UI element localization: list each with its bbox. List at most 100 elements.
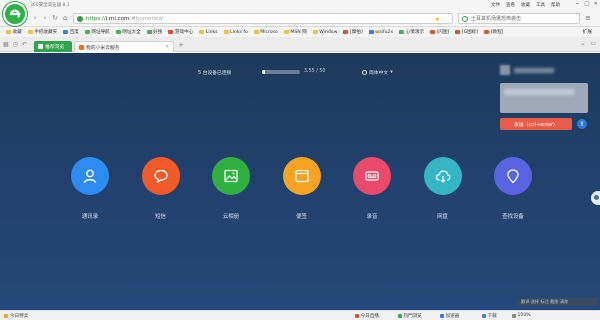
storage-text: 3.55 / 50 <box>304 69 326 74</box>
bookmark-item[interactable]: [G图标] <box>452 29 481 35</box>
search-input[interactable]: 土耳其机场遭恐怖袭击 <box>471 15 521 22</box>
app-find-device[interactable]: 查找设备 <box>483 157 543 220</box>
drive-icon[interactable] <box>423 157 462 195</box>
mi-cloud-page: 5 台设备已连接 3.55 / 50 简体中文 ▾ 发送（ctrl+enter）… <box>0 53 600 310</box>
bookmark-label: Window <box>319 29 338 35</box>
tab-mi-cloud[interactable]: 我的小米云服务 × <box>74 41 174 52</box>
status-item[interactable]: 下载 <box>482 313 497 319</box>
recorder-icon[interactable] <box>353 157 391 195</box>
language-label: 简体中文 <box>369 71 389 76</box>
search-icon <box>462 16 468 22</box>
bookmark-item[interactable]: Window <box>310 30 341 35</box>
gallery-icon[interactable] <box>212 157 250 195</box>
app-drive[interactable]: 网盘 <box>413 157 473 220</box>
forward-icon[interactable]: › <box>41 14 49 22</box>
tab-close-icon[interactable]: × <box>165 45 169 50</box>
bookmark-item[interactable]: [教程] <box>481 29 506 35</box>
history-icon[interactable]: ◷ <box>13 41 18 48</box>
url-scheme: https:// <box>86 15 106 22</box>
bookmark-item[interactable]: [闪图] <box>427 29 452 35</box>
status-item[interactable]: 加速器 <box>440 313 459 319</box>
bookmark-item[interactable]: [摩拍] <box>340 29 365 35</box>
tab-bar-tools: ⌄ ▭ <box>580 40 596 47</box>
message-input[interactable] <box>500 83 588 113</box>
folder-icon <box>168 30 174 34</box>
refresh-icon[interactable]: ↻ <box>51 14 59 22</box>
notes-icon[interactable] <box>282 157 321 195</box>
contact-icon[interactable] <box>71 157 109 195</box>
home-icon[interactable]: ⌂ <box>61 14 69 22</box>
tab-list-icon[interactable]: ▭ <box>590 40 596 47</box>
bookmark-item[interactable]: 收藏 <box>3 29 25 35</box>
app-gallery[interactable]: 云相册 <box>201 157 261 220</box>
status-item[interactable]: 今日直播 <box>355 313 379 319</box>
sms-icon[interactable] <box>141 157 180 195</box>
bookmark-item[interactable]: 好搜 <box>144 29 166 35</box>
new-tab-button[interactable]: + <box>178 41 184 49</box>
bookmark-star-icon[interactable]: ★ <box>435 16 440 23</box>
address-bar[interactable]: https:// i.mi.com /#homenew ★ <box>73 13 453 24</box>
app-notes[interactable]: 便签 <box>272 157 332 220</box>
bookmark-item[interactable]: 网址导航 <box>82 29 113 35</box>
tab-bar: ▦ ◷ ↶ 推荐浏览 我的小米云服务 × + ⌄ ▭ <box>0 37 600 52</box>
maximize-icon[interactable]: □ <box>584 1 589 7</box>
bookmark-label: [摩拍] <box>349 30 363 35</box>
minimize-icon[interactable]: ─ <box>576 1 579 7</box>
floating-toolbar[interactable]: 翻译 选择 标注 截图 清除 <box>518 298 598 306</box>
bookmark-item[interactable]: 心情演示 <box>396 29 427 35</box>
folder-icon <box>368 30 374 34</box>
menu-help[interactable]: 帮助 <box>551 2 560 8</box>
bookmark-item[interactable]: Microso <box>251 30 281 35</box>
extensions-button[interactable]: 扩展 <box>583 29 592 35</box>
send-button[interactable]: 发送（ctrl+enter） <box>500 118 572 130</box>
tab-recommended[interactable]: 推荐浏览 <box>34 41 72 52</box>
bookmark-label: [教程] <box>490 30 504 35</box>
status-item-icon <box>355 314 359 318</box>
globe-icon <box>362 70 367 75</box>
bookmark-item[interactable]: Links fo <box>221 30 251 35</box>
find-device-icon[interactable] <box>494 157 532 195</box>
avatar[interactable] <box>500 65 510 75</box>
status-item-label: 加速器 <box>445 314 460 319</box>
grid-icon[interactable]: ▦ <box>3 41 9 48</box>
undo-icon[interactable]: ↶ <box>22 41 27 48</box>
browser-menu-icon[interactable]: ≡ <box>585 14 591 22</box>
chevron-down-icon: ▾ <box>390 70 393 75</box>
back-icon[interactable]: ‹ <box>31 14 39 22</box>
tab-tools: ▦ ◷ ↶ <box>3 41 27 48</box>
bookmark-label: 收藏 <box>12 30 22 35</box>
sale-icon <box>4 314 8 318</box>
menu-file[interactable]: 文件 <box>491 2 500 8</box>
menu-view[interactable]: 查看 <box>506 2 515 8</box>
bookmark-item[interactable]: 游戏中心 <box>165 29 196 35</box>
bookmark-item[interactable]: MSN 网 <box>281 29 310 35</box>
storage-usage[interactable]: 3.55 / 50 <box>262 69 325 74</box>
menu-favorites[interactable]: 收藏 <box>521 2 530 8</box>
status-left-label: 今日特卖 <box>10 314 29 319</box>
devices-connected: 5 台设备已连接 <box>198 71 232 76</box>
close-icon[interactable]: ✕ <box>594 1 598 7</box>
info-icon[interactable]: ! <box>577 119 587 129</box>
language-selector[interactable]: 简体中文 ▾ <box>362 69 393 76</box>
bookmark-item[interactable]: waifu2x <box>366 30 397 35</box>
folder-icon <box>199 30 205 34</box>
app-contact[interactable]: 通讯录 <box>60 157 120 220</box>
app-recorder[interactable]: 录音 <box>342 157 402 220</box>
bookmark-item[interactable]: 网址大全 <box>113 29 144 35</box>
sidebar-toggle[interactable] <box>591 191 600 205</box>
bookmark-label: 好搜 <box>153 30 163 35</box>
menu-tools[interactable]: 工具 <box>536 2 545 8</box>
status-item[interactable]: 100% <box>512 313 531 318</box>
browser-logo-icon[interactable] <box>3 2 27 26</box>
folder-icon <box>343 30 349 34</box>
bookmark-item[interactable]: 手机收藏夹 <box>25 29 60 35</box>
chevron-down-icon[interactable]: ⌄ <box>580 40 585 47</box>
app-label: 录音 <box>366 214 378 220</box>
search-box[interactable]: 土耳其机场遭恐怖袭击 <box>458 13 580 24</box>
status-item[interactable]: 热門浏览 <box>398 313 422 319</box>
bookmark-item[interactable]: Links <box>196 30 220 35</box>
status-left[interactable]: 今日特卖 <box>4 313 28 319</box>
app-sms[interactable]: 短信 <box>131 157 191 220</box>
status-item-icon <box>398 314 402 318</box>
bookmark-item[interactable]: 百度 <box>60 29 82 35</box>
